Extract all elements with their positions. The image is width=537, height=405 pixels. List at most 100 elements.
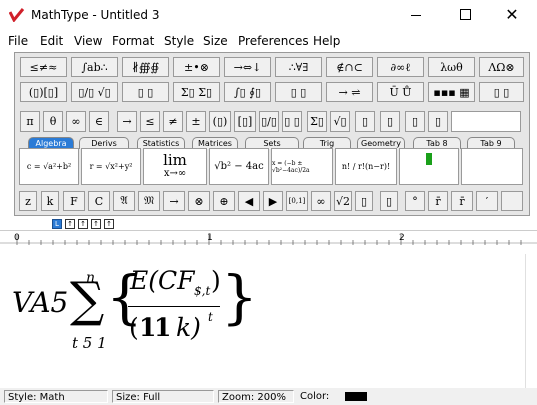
size-button-2[interactable]: ↑ (65, 219, 75, 229)
matrix-palette[interactable]: ▪▪▪ ▦ (428, 82, 475, 102)
greek-lower-palette[interactable]: λωθ (428, 57, 475, 77)
menu-size[interactable]: Size (203, 34, 228, 48)
maximize-button[interactable] (455, 6, 475, 24)
bottom-bar-interval[interactable]: [0,1] (286, 191, 308, 211)
operator-symbols-palette[interactable]: ±•⊗ (173, 57, 220, 77)
right-arrow-button[interactable]: → (117, 111, 137, 132)
bottom-bar-z[interactable]: z (19, 191, 37, 211)
numerator-main: E(CF (130, 266, 195, 295)
boxes-palette[interactable]: ▯ ▯ (479, 82, 524, 102)
template-limit[interactable]: lim x→∞ (143, 148, 207, 185)
bottom-bar-left-triangle[interactable]: ◀ (238, 191, 260, 211)
size-button-1[interactable]: L (52, 219, 62, 229)
matrix-button[interactable]: ▯ (428, 111, 448, 132)
bottom-bar-f[interactable]: F (63, 191, 85, 211)
template-discriminant[interactable]: √b² − 4ac (209, 148, 269, 185)
fence-templates-palette[interactable]: (▯)[▯] (20, 82, 67, 102)
size-button-4[interactable]: ↑ (91, 219, 101, 229)
mathtype-logo-icon (9, 8, 25, 22)
superscript-button[interactable]: ▯ (355, 111, 375, 132)
underbar-overbar-palette[interactable]: ▯ ▯ (275, 82, 322, 102)
menu-edit[interactable]: Edit (40, 34, 63, 48)
infinity-button[interactable]: ∞ (66, 111, 86, 132)
misc-symbols-palette[interactable]: ∂∞ℓ (377, 57, 424, 77)
plus-minus-button[interactable]: ± (186, 111, 206, 132)
bottom-bar-k[interactable]: k (41, 191, 59, 211)
menu-format[interactable]: Format (112, 34, 154, 48)
labeled-arrow-palette[interactable]: → ⇌ (326, 82, 373, 102)
template-empty-slot-2[interactable] (461, 148, 523, 185)
theta-button[interactable]: θ (43, 111, 63, 132)
numerator-subscript: $,t (194, 284, 211, 298)
template-quadratic-formula[interactable]: x = (−b ± √b²−4ac)/2a (271, 148, 333, 185)
bottom-bar-prime[interactable]: ′ (476, 191, 498, 211)
minimize-button[interactable] (406, 6, 426, 24)
bottom-bar-rbar[interactable]: r̄ (428, 191, 448, 211)
menu-view[interactable]: View (74, 34, 102, 48)
menu-file[interactable]: File (8, 34, 28, 48)
size-button-3[interactable]: ↑ (78, 219, 88, 229)
summation-button[interactable]: Σ▯ (307, 111, 327, 132)
element-of-button[interactable]: ∈ (89, 111, 109, 132)
ruler[interactable]: 0 1 2 (0, 230, 537, 255)
slash-fraction-button[interactable]: ▯ ▯ (282, 111, 302, 132)
limit-label: lim (163, 150, 187, 169)
logical-symbols-palette[interactable]: ∴∀∃ (275, 57, 322, 77)
bottom-bar-sqrt2[interactable]: √2 (334, 191, 352, 211)
close-icon: ✕ (505, 5, 519, 24)
color-swatch[interactable] (345, 392, 367, 401)
numerator-close-paren: ) (211, 266, 221, 295)
ruler-mark-2: 2 (399, 233, 405, 243)
bottom-bar-fraktur-m[interactable]: 𝔐 (138, 191, 160, 211)
subscript-superscript-palette[interactable]: ▯ ▯ (122, 82, 169, 102)
square-root-button[interactable]: √▯ (330, 111, 350, 132)
bottom-bar-empty[interactable] (501, 191, 523, 211)
not-equal-button[interactable]: ≠ (163, 111, 183, 132)
bottom-bar-degree[interactable]: ° (405, 191, 425, 211)
right-brace: } (221, 263, 258, 331)
template-radius[interactable]: r = √x²+y² (81, 148, 141, 185)
close-button[interactable]: ✕ (502, 6, 522, 24)
bottom-bar-rbar-2[interactable]: r̄ (451, 191, 473, 211)
greek-upper-palette[interactable]: ΛΩ⊗ (479, 57, 524, 77)
parentheses-button[interactable]: (▯) (209, 111, 231, 132)
embellishments-palette[interactable]: ∦∰∯ (122, 57, 169, 77)
bottom-bar-box[interactable]: ▯ (380, 191, 398, 211)
menu-preferences[interactable]: Preferences (238, 34, 309, 48)
equation-editor[interactable]: VA5 ∑ n t 5 1 { E(CF $,t ) ( 1 1 k) t } (0, 254, 525, 388)
arrow-symbols-palette[interactable]: →⇔↓ (224, 57, 271, 77)
pi-button[interactable]: π (20, 111, 40, 132)
bottom-bar-infinity[interactable]: ∞ (311, 191, 331, 211)
brackets-button[interactable]: [▯] (234, 111, 256, 132)
bottom-bar-oplus[interactable]: ⊕ (213, 191, 235, 211)
bottom-bar-arrow[interactable]: → (163, 191, 185, 211)
relational-symbols-palette[interactable]: ≤≠≈ (20, 57, 67, 77)
spaces-ellipses-palette[interactable]: ∫ab∴ (71, 57, 118, 77)
bottom-bar-otimes[interactable]: ⊗ (188, 191, 210, 211)
products-set-palette[interactable]: Ū Ů (377, 82, 424, 102)
bottom-bar-fraktur-a[interactable]: 𝔄 (113, 191, 135, 211)
template-empty-slot[interactable] (399, 148, 459, 185)
ruler-mark-0: 0 (14, 233, 20, 243)
denominator-k: k) (176, 313, 201, 342)
status-bar: Style: Math Size: Full Zoom: 200% Color: (0, 388, 537, 405)
less-equal-button[interactable]: ≤ (140, 111, 160, 132)
template-pythagorean[interactable]: c = √a²+b² (19, 148, 79, 185)
bottom-bar-right-triangle[interactable]: ▶ (263, 191, 283, 211)
menu-style[interactable]: Style (164, 34, 194, 48)
integral-palette[interactable]: ∫▯ ∮▯ (224, 82, 271, 102)
menu-bar: File Edit View Format Style Size Prefere… (0, 31, 537, 51)
subscript-button[interactable]: ▯ (380, 111, 400, 132)
fraction-button[interactable]: ▯/▯ (259, 111, 279, 132)
size-button-5[interactable]: ↑ (104, 219, 114, 229)
vertical-scrollbar[interactable] (525, 254, 537, 388)
bottom-bar-matrix-green[interactable]: ▯ (355, 191, 373, 211)
summation-palette[interactable]: Σ▯ Σ▯ (173, 82, 220, 102)
template-combination[interactable]: n! / r!(n−r)! (335, 148, 397, 185)
minimize-icon (411, 15, 421, 16)
menu-help[interactable]: Help (313, 34, 340, 48)
fraction-radical-palette[interactable]: ▯/▯ √▯ (71, 82, 118, 102)
sub-superscript-button[interactable]: ▯ (405, 111, 425, 132)
bottom-bar-c[interactable]: C (88, 191, 110, 211)
set-theory-palette[interactable]: ∉∩⊂ (326, 57, 373, 77)
